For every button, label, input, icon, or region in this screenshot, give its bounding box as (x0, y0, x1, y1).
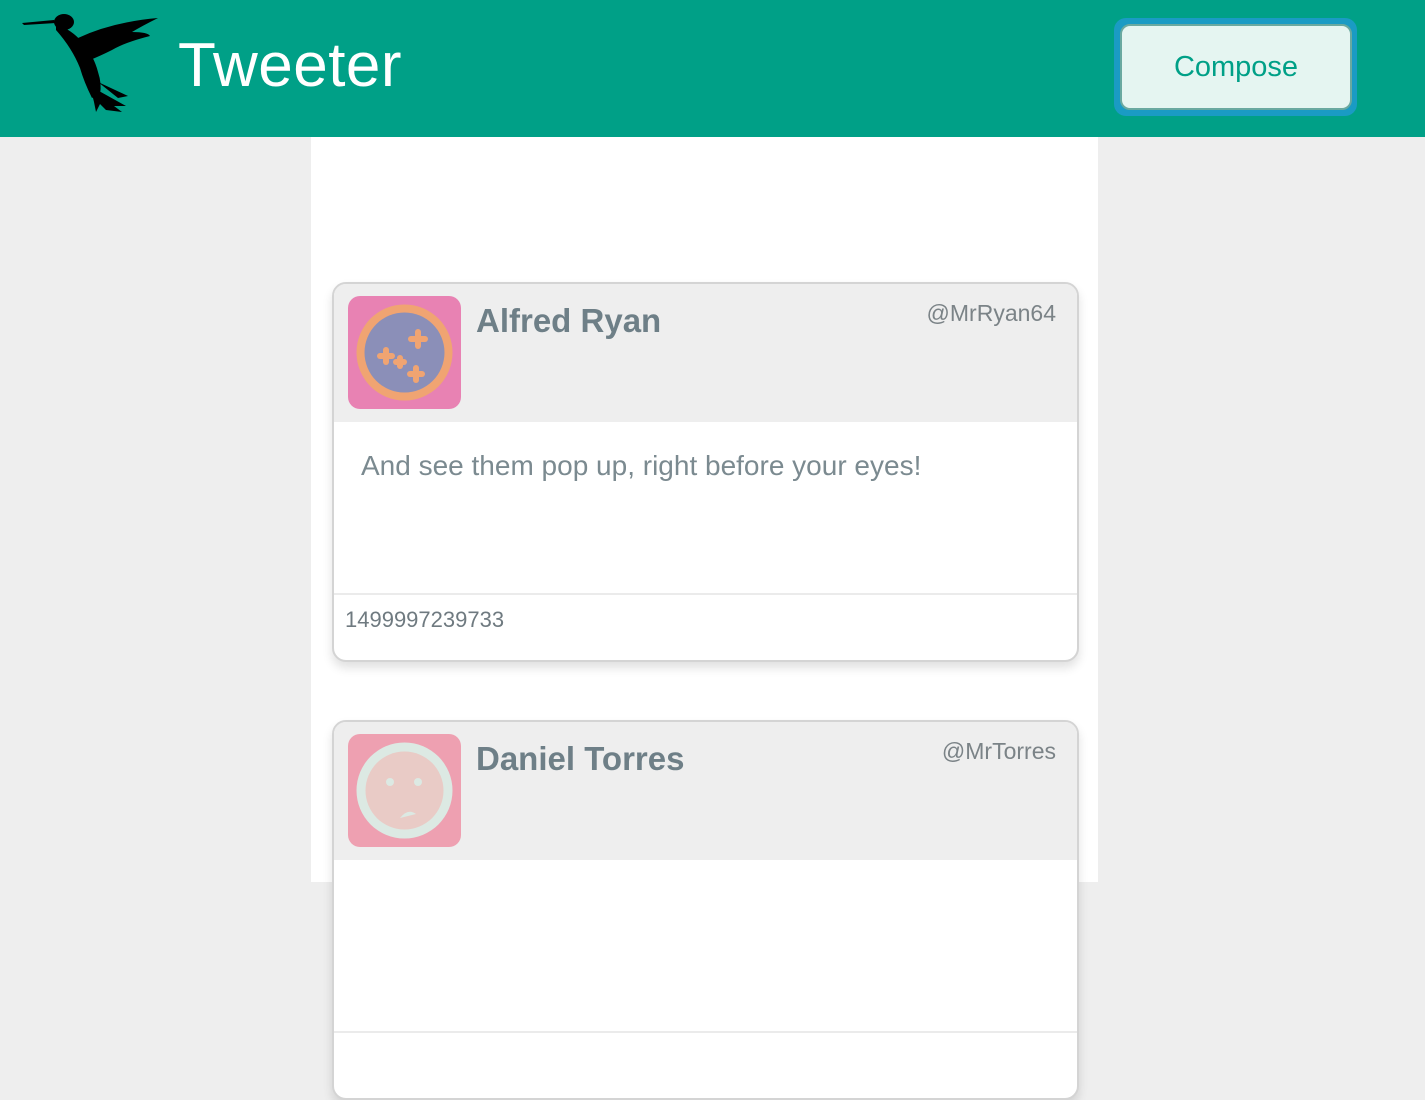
tweet-card: Daniel Torres @MrTorres (332, 720, 1079, 1100)
tweet-header: Alfred Ryan @MrRyan64 (334, 284, 1077, 422)
compose-button[interactable]: Compose (1120, 24, 1352, 110)
hummingbird-icon (22, 14, 158, 112)
tweet-card: Alfred Ryan @MrRyan64 And see them pop u… (332, 282, 1079, 662)
sad-face-icon (348, 734, 461, 847)
top-nav: Tweeter Compose (0, 0, 1425, 137)
tweet-content: And see them pop up, right before your e… (334, 422, 1077, 595)
author-name: Daniel Torres (476, 740, 685, 777)
tweet-header: Daniel Torres @MrTorres (334, 722, 1077, 860)
author-handle: @MrTorres (941, 738, 1056, 764)
brand-title: Tweeter (178, 31, 403, 100)
tweet-feed: Alfred Ryan @MrRyan64 And see them pop u… (311, 137, 1098, 1100)
tweet-content (334, 860, 1077, 1033)
crossed-eyes-face-icon (348, 296, 461, 409)
tweet-timestamp: 1499997239733 (345, 607, 505, 632)
author-handle: @MrRyan64 (926, 300, 1056, 326)
author-name: Alfred Ryan (476, 302, 662, 339)
tweet-timestamp (334, 1033, 1077, 1098)
